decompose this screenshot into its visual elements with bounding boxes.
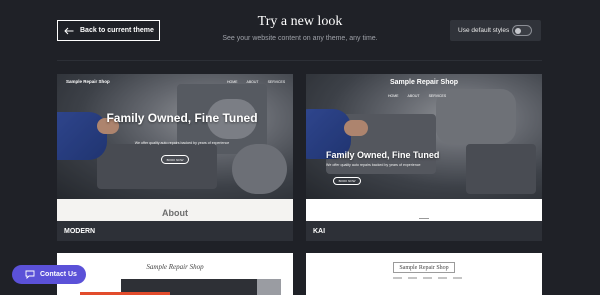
preview-hero-highlight [257,279,281,295]
chat-icon [25,270,35,279]
preview-tagline: We offer quality auto repairs backed by … [134,141,230,145]
preview-book-button: BOOK NOW [161,155,189,164]
theme-name: KAI [313,227,326,235]
preview-book-button: BOOK NOW [333,177,361,185]
contact-us-label: Contact Us [40,271,77,278]
preview-headline: Family Owned, Fine Tuned [106,111,258,125]
preview-site-name: Sample Repair Shop [393,262,455,273]
theme-preview: Sample Repair Shop HOME ABOUT SERVICES F… [57,74,293,221]
preview-about-heading: About [162,208,188,218]
use-default-styles-control: Use default styles [450,20,541,41]
theme-preview: Sample Repair Shop HOME ABOUT SERVICES F… [306,74,542,221]
theme-name: MODERN [64,227,96,235]
preview-tagline: We offer quality auto repairs backed by … [326,163,421,167]
preview-site-name: Sample Repair Shop [146,263,204,271]
theme-card-kai[interactable]: Sample Repair Shop HOME ABOUT SERVICES F… [306,74,542,241]
preview-nav: HOME ABOUT SERVICES [388,94,446,98]
contact-us-button[interactable]: Contact Us [12,265,86,284]
preview-nav: HOME ABOUT SERVICES [227,80,285,84]
preview-lower-section [306,199,542,221]
header-divider [57,60,542,61]
preview-nav-item: HOME [388,94,399,98]
default-styles-toggle[interactable] [512,25,532,36]
default-styles-label: Use default styles [458,27,510,34]
preview-nav-item: ABOUT [407,94,420,98]
preview-about-section: About [57,199,293,221]
preview-nav [393,277,462,279]
theme-card[interactable]: Sample Repair Shop [57,253,293,295]
theme-card[interactable]: Sample Repair Shop [306,253,542,295]
preview-nav-item: SERVICES [267,80,286,84]
preview-headline: Family Owned, Fine Tuned [326,150,440,160]
theme-card-modern[interactable]: Sample Repair Shop HOME ABOUT SERVICES F… [57,74,293,241]
preview-nav-item: SERVICES [428,94,447,98]
toggle-knob [515,27,521,34]
preview-nav-item: HOME [227,80,238,84]
preview-nav-item: ABOUT [246,80,259,84]
preview-site-name: Sample Repair Shop [389,79,459,86]
preview-site-name: Sample Repair Shop [66,79,110,84]
hero-photo [57,74,293,199]
theme-picker-header: Back to current theme Try a new look See… [0,0,600,56]
